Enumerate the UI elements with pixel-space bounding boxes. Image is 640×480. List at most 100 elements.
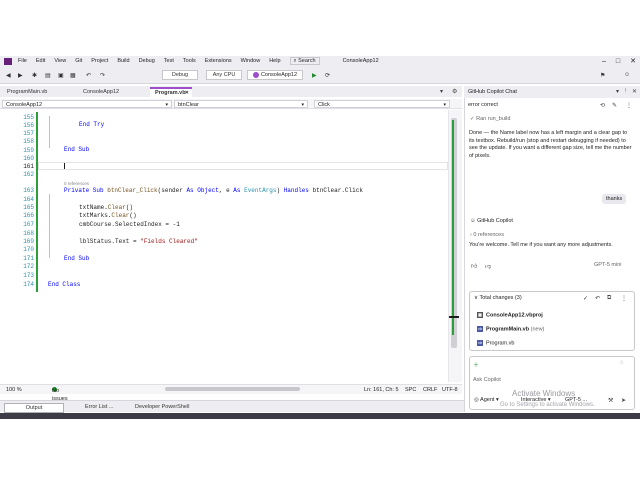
event-value: Click <box>318 102 330 108</box>
line-number: 165 <box>23 204 34 211</box>
changed-file-item[interactable]: ▦ ConsoleApp12.vbproj <box>477 312 543 320</box>
desktop-area <box>0 419 640 480</box>
undo-icon[interactable]: ↶ <box>86 70 91 80</box>
chat-input-placeholder[interactable]: Ask Copilot <box>473 377 501 385</box>
total-changes-label: Total changes (3) <box>479 295 522 301</box>
thread-title[interactable]: error correct <box>468 102 498 110</box>
minimize-icon[interactable]: – <box>602 58 606 65</box>
document-tab-bar: ProgramMain.vb ConsoleApp12 Program.vb ✕ … <box>0 86 462 97</box>
code-line-171: End Sub <box>64 255 90 262</box>
platform-dropdown[interactable]: Any CPU <box>206 70 242 80</box>
pin-icon[interactable]: ↑ <box>624 88 627 94</box>
method-name: btnClear_Click <box>107 187 158 194</box>
send-icon[interactable]: ➤ <box>621 397 626 404</box>
account-icon[interactable]: ☺ <box>624 70 630 80</box>
zoom-level[interactable]: 100 % <box>6 386 22 394</box>
tab-error-list[interactable]: Error List ... <box>85 403 113 411</box>
menu-project[interactable]: Project <box>91 58 108 64</box>
cursor-position[interactable]: Ln: 161, Ch: 5 <box>364 386 399 394</box>
file-encoding[interactable]: UTF-8 <box>442 386 458 394</box>
undo-icon[interactable]: ↶ <box>595 295 600 302</box>
menu-bar: File Edit View Git Project Build Debug T… <box>0 56 640 66</box>
maximize-icon[interactable]: □ <box>616 58 620 65</box>
menu-file[interactable]: File <box>18 58 27 64</box>
changed-file-item[interactable]: vb ProgramMain.vb (new) <box>477 326 544 334</box>
line-number: 163 <box>23 187 34 194</box>
tab-close-icon[interactable]: ✕ <box>185 89 189 97</box>
menu-extensions[interactable]: Extensions <box>205 58 232 64</box>
line-number: 161 <box>23 163 34 170</box>
code-line-156: End Try <box>79 121 105 128</box>
member-dropdown[interactable]: btnClear ▾ <box>174 100 308 108</box>
string-literal: "Fields Cleared" <box>140 238 198 245</box>
new-item-icon[interactable]: ✱ <box>32 70 37 80</box>
menu-git[interactable]: Git <box>75 58 82 64</box>
close-icon[interactable]: ✕ <box>632 88 637 95</box>
line-number: 169 <box>23 238 34 245</box>
changed-file-item[interactable]: vb Program.vb <box>477 340 514 348</box>
thumbs-up-icon[interactable]: 👍︎ <box>471 262 477 270</box>
save-icon[interactable]: ▣ <box>58 70 64 80</box>
live-share-icon[interactable]: ⚑ <box>600 70 605 80</box>
kw-handles: Handles <box>283 187 309 194</box>
line-number: 156 <box>23 122 34 129</box>
thumbs-down-icon[interactable]: 👎︎ <box>485 262 491 270</box>
menu-tools[interactable]: Tools <box>183 58 196 64</box>
codelens-references[interactable]: 0 references <box>64 181 89 186</box>
agent-mode-dropdown[interactable]: ◎ Agent ▾ <box>474 397 499 405</box>
chevron-down-icon[interactable]: ▾ <box>616 88 619 95</box>
total-changes-header[interactable]: ∨ Total changes (3) <box>474 295 522 303</box>
menu-view[interactable]: View <box>54 58 66 64</box>
tab-output[interactable]: Output <box>4 403 64 413</box>
tab-overflow-icon[interactable]: ▾ <box>440 88 443 95</box>
tab-consoleapp12[interactable]: ConsoleApp12 <box>78 87 150 97</box>
menu-test[interactable]: Test <box>164 58 174 64</box>
add-context-icon[interactable]: ＋ <box>473 360 479 369</box>
chevron-right-icon: › <box>470 232 472 238</box>
close-icon[interactable]: ✕ <box>630 57 636 65</box>
tab-label: ProgramMain.vb <box>7 89 48 95</box>
references-toggle[interactable]: › 0 references <box>470 232 504 240</box>
open-folder-icon[interactable]: ▤ <box>45 70 51 80</box>
menu-edit[interactable]: Edit <box>36 58 45 64</box>
line-number: 162 <box>23 171 34 178</box>
project-dropdown[interactable]: ConsoleApp12 ▾ <box>2 100 172 108</box>
check-icon: ✓ <box>470 116 475 122</box>
search-box[interactable]: ⌕ Search <box>289 57 320 65</box>
back-icon[interactable]: ◀ <box>6 70 11 80</box>
redo-icon[interactable]: ↷ <box>100 70 105 80</box>
code-line-165: txtName.Clear() <box>79 204 134 211</box>
menu-debug[interactable]: Debug <box>139 58 155 64</box>
history-icon[interactable]: ⟲ <box>600 102 605 109</box>
save-all-icon[interactable]: ▦ <box>70 70 76 80</box>
menu-window[interactable]: Window <box>241 58 261 64</box>
start-without-debugging-icon[interactable]: ▶ <box>312 70 317 80</box>
platform-value: Any CPU <box>212 71 236 78</box>
hot-reload-icon[interactable]: ⟳ <box>325 70 330 80</box>
horizontal-scrollbar[interactable] <box>165 387 300 391</box>
indent-mode[interactable]: SPC <box>405 386 416 394</box>
kw-private: Private Sub <box>64 187 104 194</box>
open-icon[interactable]: ⧉ <box>607 295 611 302</box>
menu-help[interactable]: Help <box>269 58 280 64</box>
tab-programmain[interactable]: ProgramMain.vb <box>2 87 76 97</box>
method-clear: Clear <box>107 204 126 211</box>
start-debug-button[interactable]: ConsoleApp12 <box>247 70 303 80</box>
forward-icon[interactable]: ▶ <box>18 70 23 80</box>
code-line-174: End Class <box>48 281 81 288</box>
more-options-icon[interactable]: ⋮ <box>626 102 632 109</box>
configuration-dropdown[interactable]: Debug <box>162 70 198 80</box>
window-top-area <box>0 0 640 56</box>
menu-build[interactable]: Build <box>117 58 129 64</box>
settings-icon[interactable]: ⚙ <box>452 88 457 95</box>
tools-icon[interactable]: ⚒ <box>608 397 613 404</box>
change-indicator-bar <box>36 112 38 292</box>
event-dropdown[interactable]: Click ▾ <box>314 100 450 108</box>
line-ending[interactable]: CRLF <box>423 386 437 394</box>
more-options-icon[interactable]: ⋮ <box>621 295 627 302</box>
tab-developer-powershell[interactable]: Developer PowerShell <box>135 403 189 411</box>
tab-program[interactable]: Program.vb ✕ <box>150 87 192 97</box>
current-line-highlight <box>38 162 448 170</box>
keep-icon[interactable]: ✓ <box>583 295 588 302</box>
new-thread-icon[interactable]: ✎ <box>612 102 617 109</box>
